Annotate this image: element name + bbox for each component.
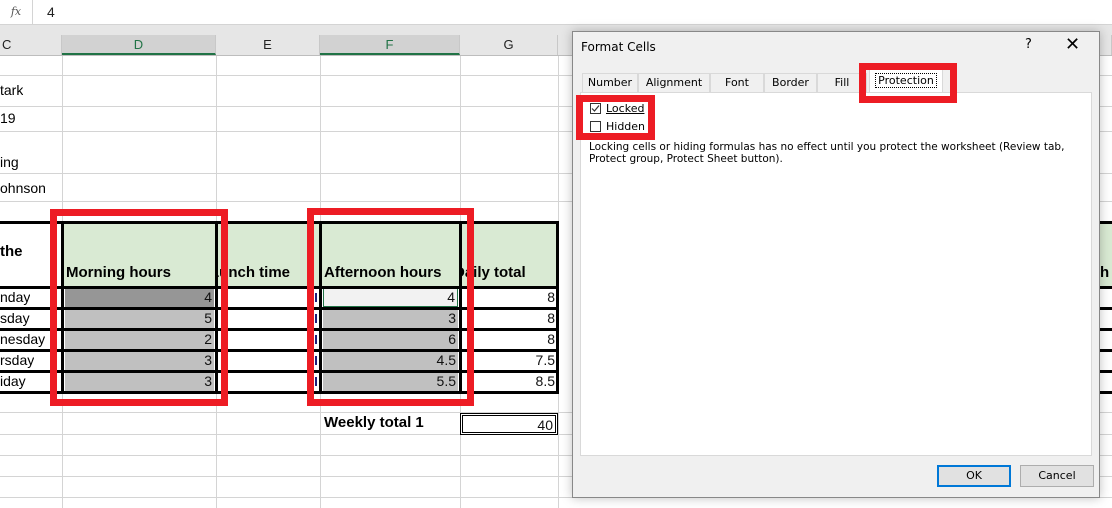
- tab-border[interactable]: Border: [764, 73, 817, 92]
- cell-daily[interactable]: 8: [461, 309, 557, 328]
- format-cells-dialog: Format Cells ? ✕ Number Alignment Font B…: [572, 31, 1100, 498]
- cell-daily[interactable]: 8: [461, 288, 557, 307]
- tab-font[interactable]: Font: [710, 73, 764, 92]
- cell-day[interactable]: iday: [0, 372, 26, 392]
- cell-c-name[interactable]: tark: [0, 82, 23, 98]
- protection-note: Locking cells or hiding formulas has no …: [589, 141, 1065, 165]
- tab-number[interactable]: Number: [582, 73, 638, 92]
- column-header-c[interactable]: C: [0, 35, 62, 55]
- column-header-e[interactable]: E: [216, 35, 320, 55]
- header-day-fragment[interactable]: the: [0, 243, 23, 260]
- weekly-total-label[interactable]: Weekly total 1: [324, 414, 424, 431]
- cell-day[interactable]: rsday: [0, 351, 34, 371]
- cell-c-date[interactable]: 19: [0, 110, 16, 126]
- highlight-afternoon-column: [307, 208, 474, 406]
- column-header-d[interactable]: D: [62, 35, 216, 55]
- highlight-checkboxes: [576, 95, 655, 140]
- header-daily-total[interactable]: Daily total: [460, 224, 558, 286]
- cell-day[interactable]: sday: [0, 309, 30, 329]
- column-header-f[interactable]: F: [320, 35, 460, 55]
- cell-day[interactable]: nday: [0, 288, 30, 308]
- header-right-fragment: h: [1098, 224, 1112, 286]
- header-lunch-time[interactable]: Lunch time: [216, 224, 320, 286]
- formula-input[interactable]: 4: [47, 0, 55, 24]
- cell-daily[interactable]: 7.5: [461, 351, 557, 370]
- help-icon[interactable]: ?: [1025, 37, 1032, 52]
- cell-day[interactable]: nesday: [0, 330, 45, 350]
- cell-daily[interactable]: 8: [461, 330, 557, 349]
- fx-icon[interactable]: fx: [0, 0, 33, 24]
- column-header-g[interactable]: G: [460, 35, 558, 55]
- cancel-button[interactable]: Cancel: [1020, 465, 1094, 487]
- protection-panel: Locked Hidden Locking cells or hiding fo…: [580, 92, 1092, 456]
- ok-button[interactable]: OK: [937, 465, 1011, 487]
- tab-alignment[interactable]: Alignment: [638, 73, 710, 92]
- highlight-protection-tab: [859, 63, 957, 103]
- cell-c-person[interactable]: ohnson: [0, 180, 46, 196]
- close-icon[interactable]: ✕: [1065, 34, 1080, 55]
- dialog-title: Format Cells: [581, 40, 656, 54]
- cell-c-label[interactable]: ing: [0, 154, 19, 170]
- highlight-morning-column: [50, 209, 228, 406]
- formula-bar: [0, 0, 1112, 25]
- weekly-total-value[interactable]: 40: [460, 413, 558, 435]
- cell-daily[interactable]: 8.5: [461, 372, 557, 391]
